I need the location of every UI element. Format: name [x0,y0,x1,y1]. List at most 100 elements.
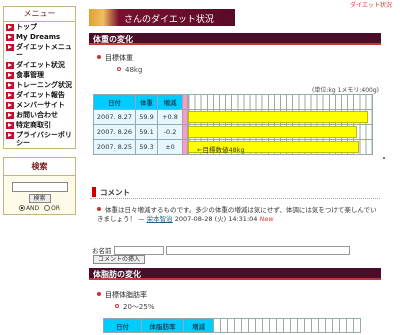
weight-table: 日付 体重 増減 2007. 8.27 59.9 +0.8 2007. 8.26… [93,94,373,155]
sidebar-item-diet-menu[interactable]: ダイエットメニュー [4,42,75,60]
table-row: 2007. 8.25 59.3 ±0 ←目標数値48kg [93,139,373,155]
sidebar-item-training[interactable]: トレーニング状況 [4,80,75,90]
goal-value-label: ←目標数値48kg [197,146,245,154]
sidebar-item-label: プライバシーポリシー [16,131,72,147]
arrow-right-icon [6,102,14,109]
grid-cell [283,318,291,333]
page-title-bar: さんのダイエット状況 [89,9,235,26]
page-title: さんのダイエット状況 [124,15,214,25]
arrow-right-icon [6,112,14,119]
grid-cell [220,318,228,333]
radio-unchecked-icon [44,205,51,211]
grid-cell [339,318,347,333]
grid-cell [353,318,361,333]
weight-bar [188,126,357,138]
grid-cell [234,318,242,333]
goal-weight-number: 48kg [125,66,143,74]
header-diff: 増減 [157,94,183,110]
search-input[interactable] [11,182,68,192]
scroll-marker [383,157,385,159]
sidebar-item-diet-status[interactable]: ダイエット状況 [4,60,75,70]
name-input[interactable] [113,245,164,255]
grid-cell [227,318,235,333]
weight-section-title: 体重の変化 [93,35,133,44]
search-button[interactable]: 検索 [28,194,51,203]
sidebar-item-meal[interactable]: 食事管理 [4,70,75,80]
sidebar-item-contact[interactable]: お問い合わせ [4,110,75,120]
row-date: 2007. 8.27 [93,109,136,125]
bullet-icon [97,207,101,211]
bullet-icon [97,55,101,59]
grid-cell [304,318,312,333]
goal-fat-text: 目標体脂肪率 [105,291,147,299]
grid-cell [297,318,305,333]
comment-marker-icon [92,187,96,197]
grid-cell [346,318,354,333]
row-weight: 59.3 [135,139,158,155]
sidebar-item-legal[interactable]: 特定商取引 [4,120,75,130]
search-box: 検索 検索 AND OR [3,157,76,215]
comment-input[interactable] [165,245,350,255]
ring-bullet-icon [117,67,121,71]
arrow-right-icon [6,24,14,31]
sidebar-item-label: お問い合わせ [16,111,58,119]
goal-weight-value: 48kg [117,66,142,74]
comment-timestamp: 2007-08-28 (火) 14:31:04 [174,215,258,223]
radio-or[interactable]: OR [44,205,60,212]
radio-and-label: AND [25,205,40,212]
sidebar-item-label: トップ [16,23,37,31]
goal-fat-value: 20～25% [115,302,154,312]
weight-bar [188,111,368,123]
fat-table-header: 日付 体脂肪率 増減 [103,318,361,333]
arrow-right-icon [6,132,14,139]
comment-author-link[interactable]: 栄本智治 [147,215,173,223]
arrow-right-icon [6,44,14,51]
header-fat: 体脂肪率 [141,318,184,333]
sidebar-item-my-dreams[interactable]: My Dreams [4,32,75,42]
search-mode: AND OR [4,205,75,212]
grid-cell [325,318,333,333]
sidebar-item-privacy[interactable]: プライバシーポリシー [4,130,75,148]
search-title: 検索 [4,158,75,176]
grid-cell [248,318,256,333]
grid-cell [318,318,326,333]
arrow-right-icon [6,72,14,79]
ring-bullet-icon [115,304,119,308]
row-diff: -0.2 [157,124,183,140]
goal-fat-label: 目標体脂肪率 [97,290,147,300]
grid-cell [276,318,284,333]
comment-header: コメント [90,186,380,199]
grid-cell [255,318,263,333]
table-row: 2007. 8.26 59.1 -0.2 [93,124,373,140]
sidebar-item-label: My Dreams [16,33,61,41]
weight-bar-cell: ←目標数値48kg [187,139,373,155]
goal-fat-number: 20～25% [123,303,155,311]
menu-box: メニュー トップ My Dreams ダイエットメニュー ダイエット状況 食事管… [3,6,76,149]
graph-scale [187,94,373,110]
grid-cell [269,318,277,333]
menu-title: メニュー [4,7,75,22]
sidebar-item-label: 特定商取引 [16,121,51,129]
weight-bar: ←目標数値48kg [188,141,359,154]
arrow-right-icon [6,122,14,129]
sidebar-item-report[interactable]: ダイエット報告 [4,90,75,100]
arrow-right-icon [6,82,14,89]
comment-body: 体重は日々増減するものです。多少の体重の増減は気にせず、体調には気をつけて楽しん… [97,206,382,224]
top-right-link[interactable]: ダイエット状況 [350,0,392,9]
sidebar-item-top[interactable]: トップ [4,22,75,32]
sidebar-item-label: トレーニング状況 [16,81,72,89]
row-diff: ±0 [157,139,183,155]
header-diff: 増減 [183,318,214,333]
grid-cell [290,318,298,333]
sidebar-item-label: ダイエット状況 [16,61,65,69]
sidebar-item-member-site[interactable]: メンバーサイト [4,100,75,110]
row-date: 2007. 8.25 [93,139,136,155]
radio-checked-icon [18,205,25,211]
arrow-right-icon [6,92,14,99]
sidebar-item-label: ダイエットメニュー [16,43,72,59]
header-date: 日付 [103,318,142,333]
row-weight: 59.1 [135,124,158,140]
radio-and[interactable]: AND [18,205,40,212]
post-comment-button[interactable]: コメントの挿入 [93,255,145,264]
new-badge: New [259,215,274,223]
